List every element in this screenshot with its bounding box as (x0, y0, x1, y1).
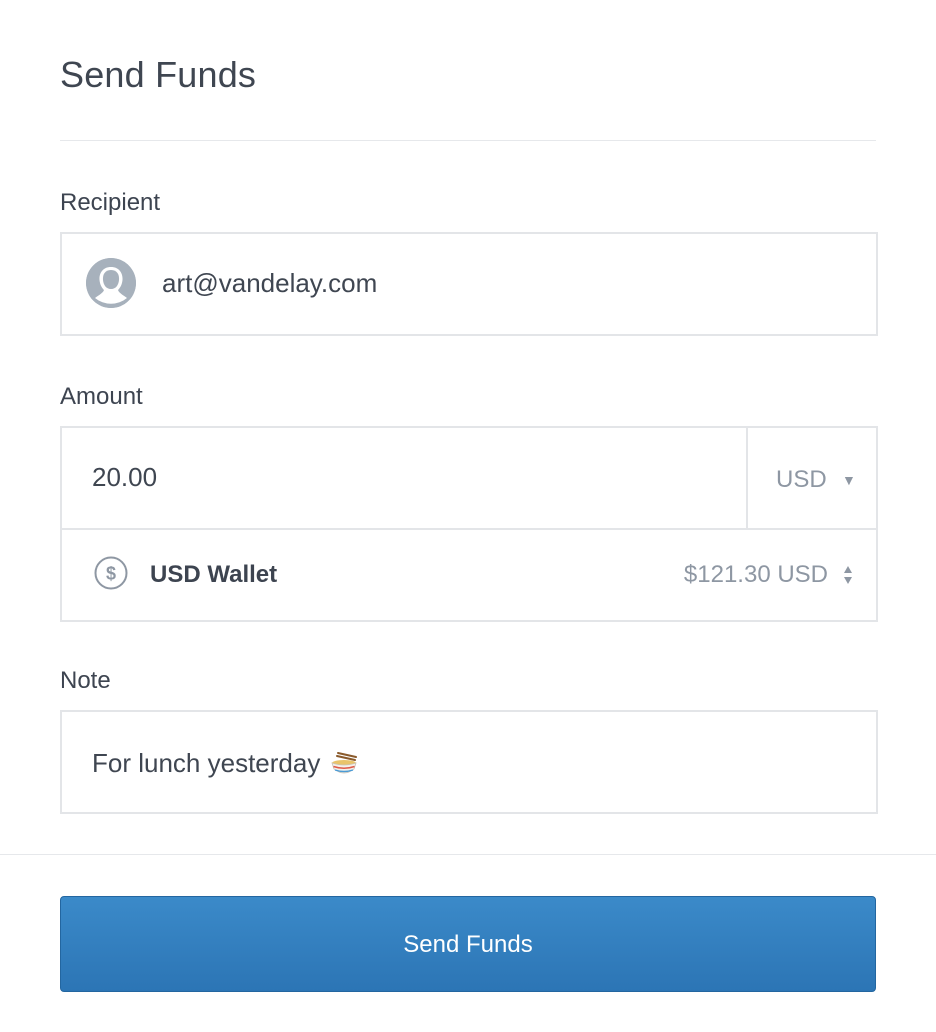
noodle-bowl-icon (331, 751, 358, 773)
note-field[interactable]: For lunch yesterday (60, 710, 878, 814)
wallet-name: USD Wallet (150, 561, 278, 588)
send-funds-button[interactable]: Send Funds (60, 896, 876, 992)
recipient-email-value: art@vandelay.com (162, 268, 378, 298)
note-label: Note (60, 667, 111, 694)
up-down-arrows-icon (844, 566, 852, 584)
note-value: For lunch yesterday (92, 748, 358, 779)
svg-text:$: $ (106, 564, 116, 584)
user-silhouette-icon (86, 258, 136, 308)
wallet-balance: $121.30 USD (683, 561, 828, 588)
amount-row: 20.00 USD ▼ (62, 428, 876, 530)
currency-select[interactable]: USD ▼ (746, 428, 876, 528)
header-divider (60, 140, 876, 141)
send-funds-button-label: Send Funds (403, 931, 533, 958)
dollar-circle-icon: $ (94, 556, 128, 590)
avatar (86, 258, 136, 308)
footer-divider (0, 854, 936, 855)
recipient-label: Recipient (60, 189, 161, 216)
amount-input[interactable]: 20.00 (92, 462, 157, 493)
amount-group: 20.00 USD ▼ $ USD Wallet $121.30 USD (60, 426, 878, 622)
recipient-field[interactable]: art@vandelay.com (60, 232, 878, 336)
note-text: For lunch yesterday (92, 748, 321, 778)
wallet-selector[interactable]: $ USD Wallet $121.30 USD (62, 530, 876, 620)
currency-value: USD (776, 466, 827, 493)
caret-down-icon: ▼ (842, 472, 856, 488)
amount-label: Amount (60, 383, 143, 410)
page-title: Send Funds (60, 54, 257, 95)
